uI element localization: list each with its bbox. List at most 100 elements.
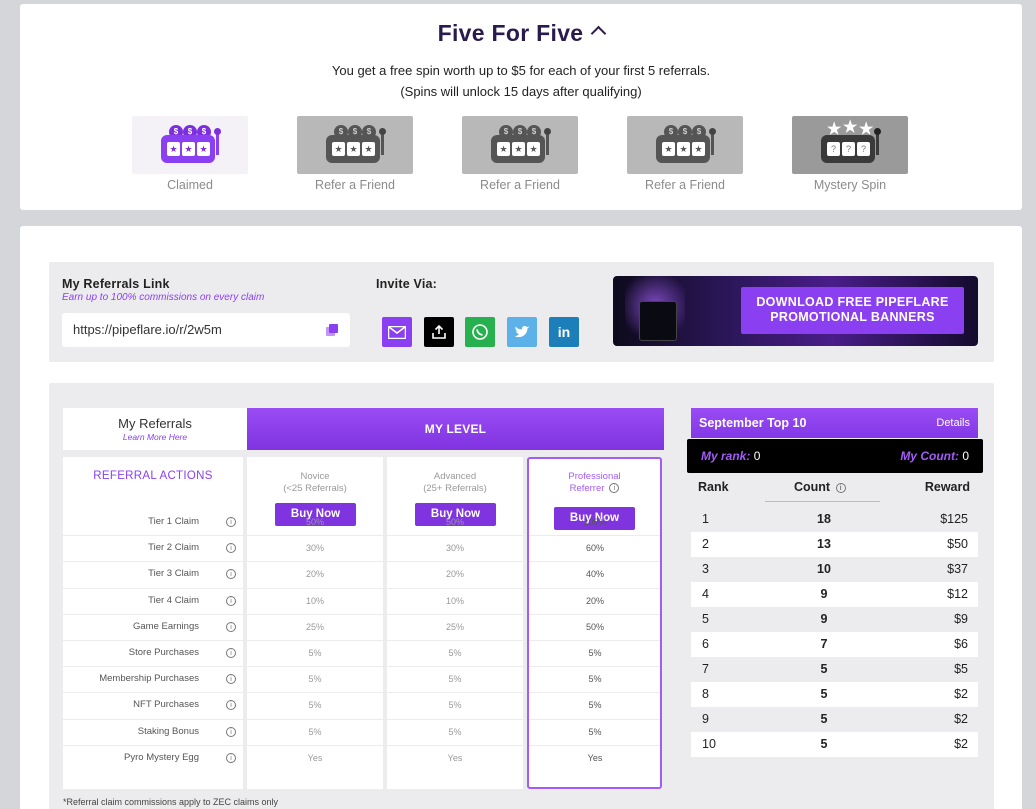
row-divider: [387, 613, 523, 615]
row-divider: [63, 744, 243, 746]
action-value-cell: 25%: [305, 621, 324, 632]
row-divider: [247, 587, 383, 589]
action-value-cell: 5%: [448, 648, 462, 658]
leaderboard-reward: $6: [954, 637, 968, 651]
slot-label: Refer a Friend: [645, 178, 725, 192]
info-icon[interactable]: i: [226, 595, 236, 606]
info-icon[interactable]: i: [609, 483, 620, 494]
leaderboard-reward: $50: [947, 537, 968, 551]
referral-link-title: My Referrals Link: [62, 277, 170, 291]
action-value-cell: Yes: [587, 752, 603, 763]
count-header-underline: [765, 501, 880, 502]
twitter-share-icon[interactable]: [507, 317, 537, 347]
slot-label: Mystery Spin: [813, 178, 887, 192]
linkedin-share-icon[interactable]: in: [549, 317, 579, 347]
info-icon[interactable]: i: [226, 752, 236, 763]
tab-my-referrals[interactable]: My Referrals Learn More Here: [63, 408, 247, 450]
leaderboard-count: 5: [820, 687, 828, 701]
my-rank-value: 0: [753, 449, 761, 463]
slot-label: Refer a Friend: [480, 178, 560, 192]
level-name: Advanced (25+ Referrals): [387, 471, 523, 495]
action-value-cell: 25%: [445, 621, 464, 632]
spin-slot-refer[interactable]: $ $ $ ★ ★ ★ Refer a Friend: [297, 116, 413, 192]
spin-slot-refer[interactable]: $ $ $ ★ ★ ★ Refer a Friend: [627, 116, 743, 192]
row-divider: [63, 666, 243, 668]
leaderboard-header: September Top 10 Details: [691, 408, 978, 438]
action-value-cell: 5%: [588, 648, 602, 658]
whatsapp-share-icon[interactable]: [465, 317, 495, 347]
action-value-cell: 5%: [448, 700, 462, 711]
leaderboard-rank: 10: [702, 737, 716, 751]
leaderboard-details-link[interactable]: Details: [936, 417, 970, 429]
row-divider: [387, 561, 523, 563]
leaderboard-reward: $125: [940, 512, 968, 526]
row-divider: [529, 692, 660, 694]
action-value-cell: 100%: [583, 517, 607, 527]
learn-more-link[interactable]: Learn More Here: [63, 432, 247, 442]
row-divider: [63, 535, 243, 537]
action-value-cell: 30%: [305, 543, 324, 554]
share-upload-icon[interactable]: [424, 317, 454, 347]
five-for-five-title[interactable]: Five For Five: [20, 20, 1022, 47]
row-divider: [63, 561, 243, 563]
promotional-banners-ad[interactable]: DOWNLOAD FREE PIPEFLARE PROMOTIONAL BANN…: [613, 276, 978, 346]
row-divider: [387, 718, 523, 720]
action-label: Game Earnings: [132, 620, 199, 632]
action-label: Staking Bonus: [137, 725, 199, 737]
info-icon[interactable]: i: [835, 482, 846, 493]
my-rank-label: My rank:: [701, 449, 751, 463]
slot-machine-locked-icon: $ $ $ ★ ★ ★: [627, 116, 743, 174]
leaderboard-row: 3 10 $37: [691, 557, 978, 582]
copy-icon[interactable]: [326, 324, 338, 336]
leaderboard-row: 9 5 $2: [691, 707, 978, 732]
action-value-cell: 20%: [445, 569, 464, 580]
action-label: Tier 1 Claim: [148, 516, 199, 527]
level-requirement: (<25 Referrals): [283, 483, 347, 494]
leaderboard-count: 7: [820, 637, 828, 651]
row-divider: [529, 718, 660, 720]
tab-my-referrals-label: My Referrals: [118, 416, 192, 431]
leaderboard-reward: $2: [954, 687, 968, 701]
row-divider: [63, 587, 243, 589]
download-banners-line1: DOWNLOAD FREE PIPEFLARE: [756, 295, 949, 309]
five-for-five-title-text: Five For Five: [437, 20, 584, 46]
leaderboard-row: 7 5 $5: [691, 657, 978, 682]
leaderboard-row: 4 9 $12: [691, 582, 978, 607]
spin-slot-refer[interactable]: $ $ $ ★ ★ ★ Refer a Friend: [462, 116, 578, 192]
info-icon[interactable]: i: [226, 621, 236, 632]
download-banners-button[interactable]: DOWNLOAD FREE PIPEFLARE PROMOTIONAL BANN…: [741, 287, 964, 334]
leaderboard-reward: $12: [947, 587, 968, 601]
info-icon[interactable]: i: [226, 517, 236, 527]
download-banners-line2: PROMOTIONAL BANNERS: [770, 310, 935, 324]
action-value-cell: 50%: [445, 517, 464, 527]
action-label: NFT Purchases: [133, 699, 199, 711]
leaderboard-reward: $9: [954, 612, 968, 626]
my-count-value: 0: [962, 449, 969, 463]
tab-my-level[interactable]: MY LEVEL: [247, 408, 664, 450]
info-icon[interactable]: i: [226, 726, 236, 737]
spin-slot-mystery[interactable]: ★ ★ ★ ? ? ? Mystery Spin: [792, 116, 908, 192]
referral-link-field[interactable]: https://pipeflare.io/r/2w5m: [62, 313, 350, 347]
level-title: Advanced: [433, 471, 477, 482]
leaderboard-count: 5: [820, 712, 828, 726]
action-value-cell: 60%: [585, 543, 604, 554]
referral-link-subtitle: Earn up to 100% commissions on every cla…: [62, 292, 265, 303]
email-share-icon[interactable]: [382, 317, 412, 347]
leaderboard-reward: $2: [954, 737, 968, 751]
row-divider: [529, 587, 660, 589]
row-divider: [529, 666, 660, 668]
slot-machine-claimed-icon: $ $ $ ★ ★ ★: [132, 116, 248, 174]
row-divider: [247, 718, 383, 720]
row-divider: [247, 640, 383, 641]
action-value-cell: 20%: [305, 569, 324, 580]
info-icon[interactable]: i: [226, 648, 236, 658]
five-for-five-unlock-note: (Spins will unlock 15 days after qualify…: [400, 84, 642, 99]
action-value-cell: 50%: [585, 621, 604, 632]
referral-link-value[interactable]: https://pipeflare.io/r/2w5m: [73, 322, 222, 337]
action-label: Membership Purchases: [99, 673, 199, 685]
slot-machine-locked-icon: $ $ $ ★ ★ ★: [462, 116, 578, 174]
chevron-up-icon[interactable]: [591, 25, 607, 42]
referrals-card: My Referrals Link Earn up to 100% commis…: [20, 226, 1022, 809]
row-divider: [387, 587, 523, 589]
level-title: Professional: [568, 471, 621, 482]
